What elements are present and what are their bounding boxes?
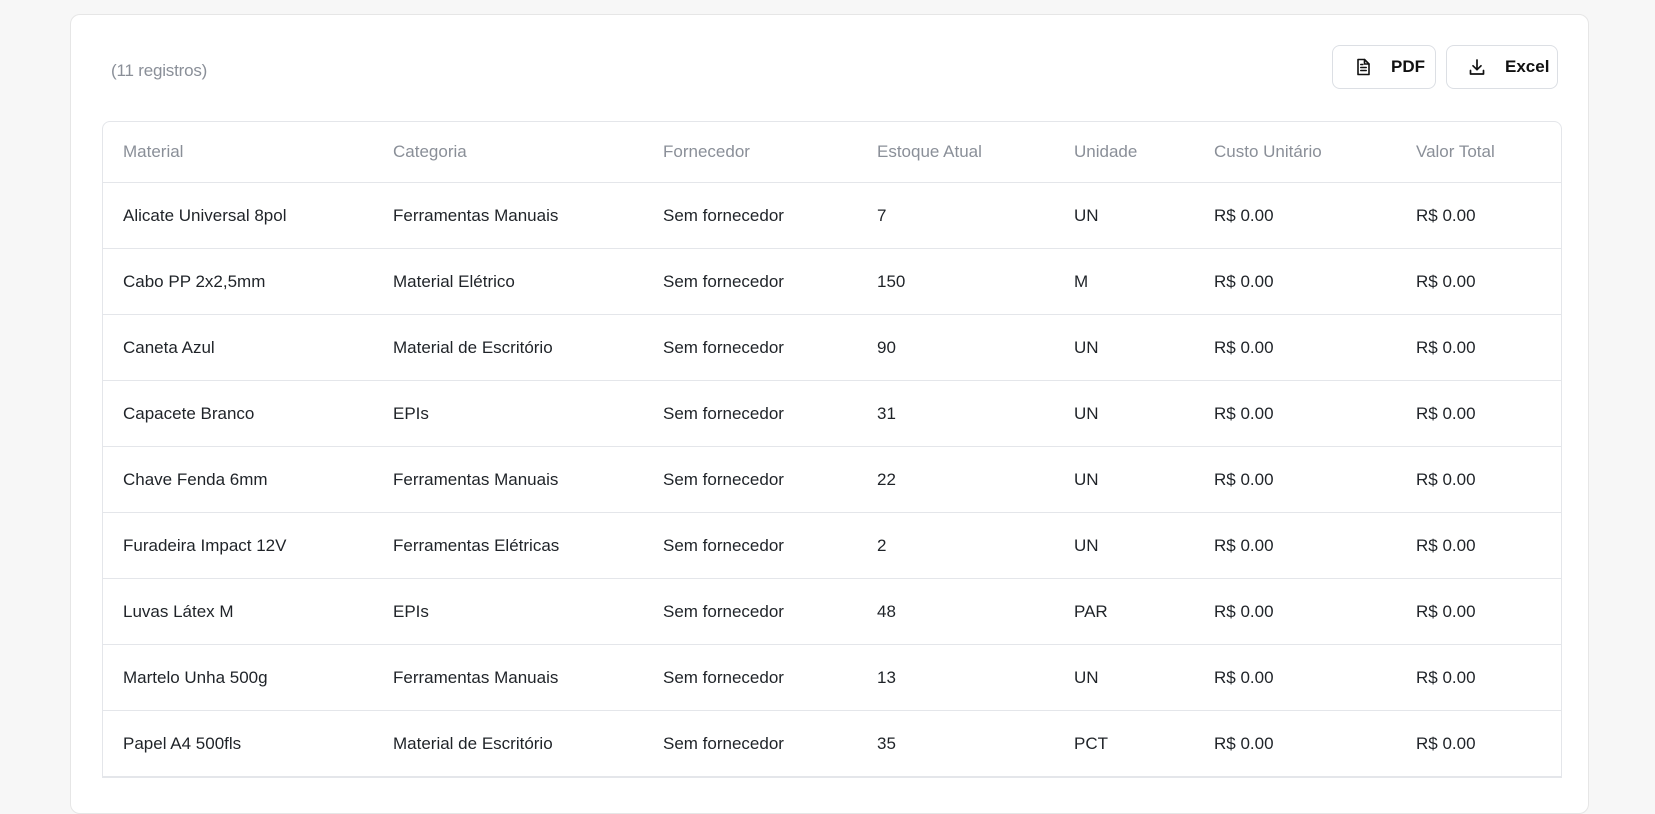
cell-categoria: Ferramentas Manuais	[373, 182, 643, 249]
cell-estoque-atual: 22	[857, 446, 1054, 513]
cell-fornecedor: Sem fornecedor	[643, 380, 857, 447]
cell-unidade: UN	[1054, 512, 1194, 579]
export-excel-label: Excel	[1505, 57, 1550, 76]
column-header-material[interactable]: Material	[103, 122, 373, 183]
table-row[interactable]: Caneta Azul Material de Escritório Sem f…	[103, 314, 1561, 381]
column-header-estoque-atual[interactable]: Estoque Atual	[857, 122, 1054, 183]
cell-valor-total: R$ 0.00	[1396, 578, 1561, 645]
cell-fornecedor: Sem fornecedor	[643, 248, 857, 315]
cell-custo-unitario: R$ 0.00	[1194, 314, 1396, 381]
column-header-fornecedor[interactable]: Fornecedor	[643, 122, 857, 183]
cell-material: Cabo PP 2x2,5mm	[103, 248, 373, 315]
cell-custo-unitario: R$ 0.00	[1194, 380, 1396, 447]
table-row[interactable]: Cabo PP 2x2,5mm Material Elétrico Sem fo…	[103, 248, 1561, 315]
cell-unidade: UN	[1054, 644, 1194, 711]
cell-material: Caneta Azul	[103, 314, 373, 381]
cell-valor-total: R$ 0.00	[1396, 248, 1561, 315]
cell-estoque-atual: 2	[857, 512, 1054, 579]
cell-estoque-atual: 90	[857, 314, 1054, 381]
cell-material: Chave Fenda 6mm	[103, 446, 373, 513]
cell-custo-unitario: R$ 0.00	[1194, 512, 1396, 579]
report-card: (11 registros) PDF Excel Material Catego…	[70, 14, 1589, 814]
cell-fornecedor: Sem fornecedor	[643, 710, 857, 777]
cell-categoria: Ferramentas Elétricas	[373, 512, 643, 579]
download-icon	[1467, 57, 1487, 77]
document-icon	[1353, 57, 1373, 77]
export-actions: PDF Excel	[1332, 45, 1558, 89]
cell-unidade: M	[1054, 248, 1194, 315]
cell-valor-total: R$ 0.00	[1396, 314, 1561, 381]
cell-categoria: Ferramentas Manuais	[373, 446, 643, 513]
column-header-unidade[interactable]: Unidade	[1054, 122, 1194, 183]
table-row[interactable]: Alicate Universal 8pol Ferramentas Manua…	[103, 182, 1561, 249]
cell-valor-total: R$ 0.00	[1396, 182, 1561, 249]
cell-valor-total: R$ 0.00	[1396, 644, 1561, 711]
export-excel-button[interactable]: Excel	[1446, 45, 1558, 89]
cell-custo-unitario: R$ 0.00	[1194, 710, 1396, 777]
cell-valor-total: R$ 0.00	[1396, 512, 1561, 579]
cell-estoque-atual: 150	[857, 248, 1054, 315]
cell-categoria: EPIs	[373, 578, 643, 645]
cell-categoria: EPIs	[373, 380, 643, 447]
cell-unidade: UN	[1054, 446, 1194, 513]
table-row[interactable]: Chave Fenda 6mm Ferramentas Manuais Sem …	[103, 446, 1561, 513]
cell-unidade: PAR	[1054, 578, 1194, 645]
cell-fornecedor: Sem fornecedor	[643, 578, 857, 645]
cell-estoque-atual: 35	[857, 710, 1054, 777]
cell-custo-unitario: R$ 0.00	[1194, 182, 1396, 249]
cell-material: Papel A4 500fls	[103, 710, 373, 777]
cell-custo-unitario: R$ 0.00	[1194, 446, 1396, 513]
cell-categoria: Material de Escritório	[373, 314, 643, 381]
cell-fornecedor: Sem fornecedor	[643, 644, 857, 711]
materials-table: Material Categoria Fornecedor Estoque At…	[102, 121, 1562, 778]
table-row[interactable]: Papel A4 500fls Material de Escritório S…	[103, 710, 1561, 777]
table-row[interactable]: Capacete Branco EPIs Sem fornecedor 31 U…	[103, 380, 1561, 447]
cell-unidade: UN	[1054, 380, 1194, 447]
cell-fornecedor: Sem fornecedor	[643, 182, 857, 249]
cell-estoque-atual: 7	[857, 182, 1054, 249]
cell-fornecedor: Sem fornecedor	[643, 446, 857, 513]
cell-material: Furadeira Impact 12V	[103, 512, 373, 579]
cell-valor-total: R$ 0.00	[1396, 446, 1561, 513]
table-header: Material Categoria Fornecedor Estoque At…	[103, 122, 1561, 183]
table-row[interactable]: Luvas Látex M EPIs Sem fornecedor 48 PAR…	[103, 578, 1561, 645]
table-body: Alicate Universal 8pol Ferramentas Manua…	[103, 182, 1561, 777]
cell-estoque-atual: 31	[857, 380, 1054, 447]
cell-fornecedor: Sem fornecedor	[643, 314, 857, 381]
cell-unidade: UN	[1054, 182, 1194, 249]
cell-unidade: PCT	[1054, 710, 1194, 777]
cell-material: Luvas Látex M	[103, 578, 373, 645]
export-pdf-label: PDF	[1391, 57, 1425, 76]
cell-estoque-atual: 48	[857, 578, 1054, 645]
cell-custo-unitario: R$ 0.00	[1194, 248, 1396, 315]
cell-material: Alicate Universal 8pol	[103, 182, 373, 249]
cell-categoria: Material Elétrico	[373, 248, 643, 315]
cell-unidade: UN	[1054, 314, 1194, 381]
export-pdf-button[interactable]: PDF	[1332, 45, 1436, 89]
table-row[interactable]: Martelo Unha 500g Ferramentas Manuais Se…	[103, 644, 1561, 711]
cell-valor-total: R$ 0.00	[1396, 380, 1561, 447]
cell-material: Martelo Unha 500g	[103, 644, 373, 711]
cell-fornecedor: Sem fornecedor	[643, 512, 857, 579]
column-header-custo-unitario[interactable]: Custo Unitário	[1194, 122, 1396, 183]
cell-valor-total: R$ 0.00	[1396, 710, 1561, 777]
cell-categoria: Material de Escritório	[373, 710, 643, 777]
cell-categoria: Ferramentas Manuais	[373, 644, 643, 711]
record-count: (11 registros)	[111, 61, 208, 80]
cell-material: Capacete Branco	[103, 380, 373, 447]
table-row[interactable]: Furadeira Impact 12V Ferramentas Elétric…	[103, 512, 1561, 579]
column-header-categoria[interactable]: Categoria	[373, 122, 643, 183]
cell-custo-unitario: R$ 0.00	[1194, 578, 1396, 645]
column-header-valor-total[interactable]: Valor Total	[1396, 122, 1561, 183]
cell-custo-unitario: R$ 0.00	[1194, 644, 1396, 711]
cell-estoque-atual: 13	[857, 644, 1054, 711]
